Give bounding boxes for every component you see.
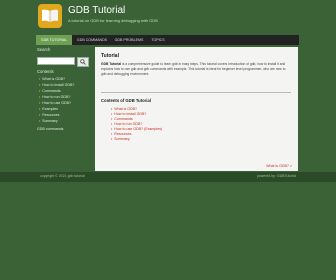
nav-item-gdb-tutorial[interactable]: GDB TUTORIAL [36, 35, 72, 45]
next-page-link[interactable]: What is GDB? > [266, 164, 292, 168]
sidebar: Search Contents • What is GDB? • How to in… [37, 47, 93, 131]
nav-item-gdb-problems[interactable]: GDB PROBLEMS [112, 35, 146, 45]
nav-item-topics[interactable]: TOPICS [146, 35, 170, 45]
footer: copyright © 2021 gdb tutorial powered by… [0, 172, 336, 182]
toc-title: Contents of GDB Tutorial [101, 98, 151, 103]
footer-powered: powered by: GDBTutorial [256, 174, 296, 178]
sidebar-item[interactable]: • How to run GDB? [39, 95, 70, 99]
sidebar-item[interactable]: • What is GDB? [39, 77, 65, 81]
sidebar-item[interactable]: • Summary [39, 119, 58, 123]
search-label: Search [37, 47, 51, 52]
toc-item[interactable]: • How to run GDB? [111, 122, 142, 126]
contents-label: Contents [37, 69, 54, 74]
page-title: Tutorial [101, 53, 119, 59]
intro-text: is a comprehensive guide to learn gdb in… [101, 62, 286, 76]
footer-copyright: copyright © 2021 gdb tutorial [40, 174, 85, 178]
nav-item-gdb-commands[interactable]: GDB COMMANDS [72, 35, 112, 45]
sidebar-item[interactable]: • Examples [39, 107, 58, 111]
site-subtitle: A tutorial on GDB for learning debugging… [68, 18, 158, 23]
toc-item[interactable]: • What is GDB? [111, 107, 137, 111]
main-content: Tutorial GDB Tutorial is a comprehensive… [95, 47, 298, 171]
search-button[interactable] [77, 57, 89, 67]
sidebar-item[interactable]: • How to use GDB? [39, 101, 71, 105]
toc-item[interactable]: • How to install GDB? [111, 112, 146, 116]
site-header: GDB Tutorial A tutorial on GDB for learn… [0, 0, 336, 30]
toc-item[interactable]: • Resources [111, 132, 131, 136]
sidebar-item[interactable]: • Resources [39, 113, 59, 117]
book-logo-icon[interactable] [38, 4, 62, 28]
sidebar-item[interactable]: • Commands [39, 89, 61, 93]
sidebar-item[interactable]: • How to install GDB? [39, 83, 74, 87]
search-icon [80, 59, 86, 65]
sidebar-extra[interactable]: GDB commands [37, 127, 63, 131]
intro-bold: GDB Tutorial [101, 62, 122, 66]
top-nav: GDB TUTORIAL GDB COMMANDS GDB PROBLEMS T… [36, 35, 299, 45]
search-input[interactable] [37, 57, 75, 65]
site-title[interactable]: GDB Tutorial [68, 5, 125, 16]
toc-item[interactable]: • Summary [111, 137, 130, 141]
intro-paragraph: GDB Tutorial is a comprehensive guide to… [101, 62, 291, 77]
toc-item[interactable]: • How to use GDB? (Examples) [111, 127, 162, 131]
divider [101, 92, 291, 93]
toc-item[interactable]: • Commands [111, 117, 133, 121]
